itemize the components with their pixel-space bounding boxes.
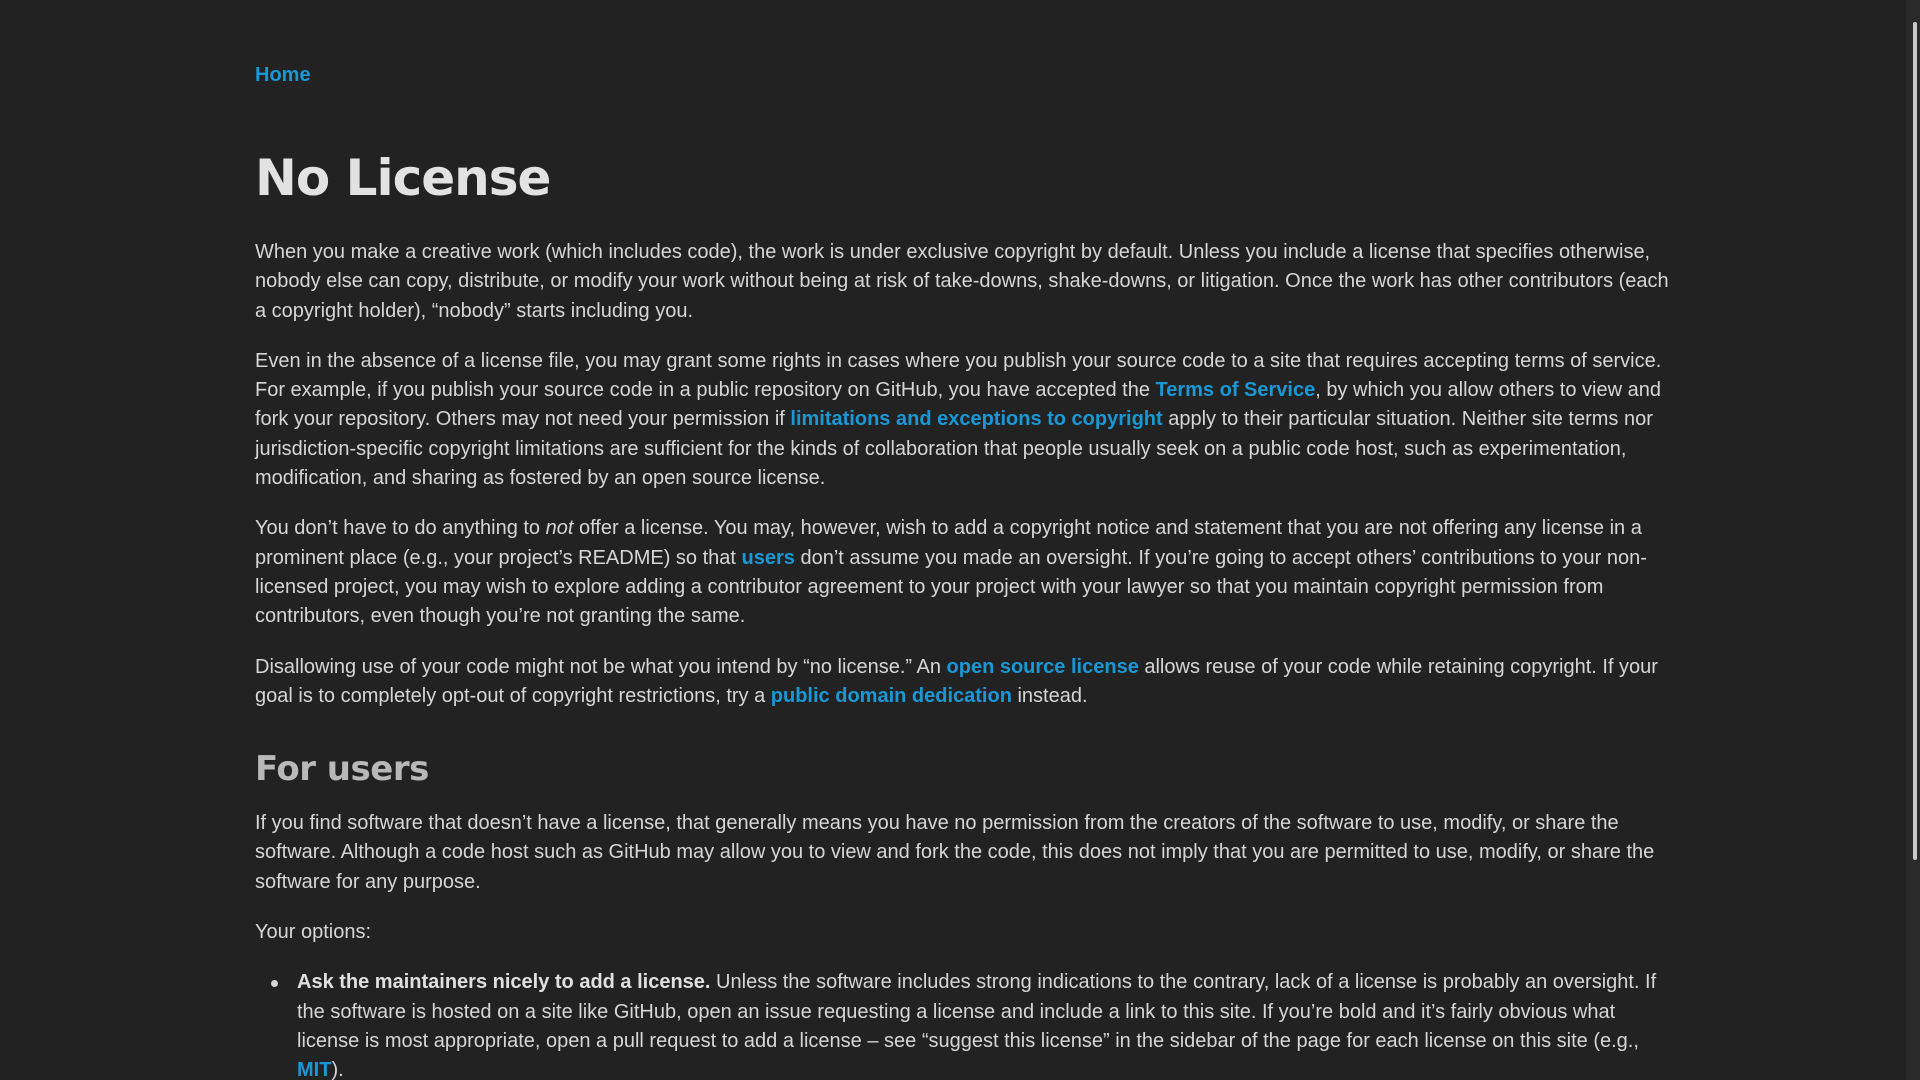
intro-paragraph-4: Disallowing use of your code might not b…: [255, 653, 1670, 712]
page-title: No License: [255, 149, 551, 207]
intro-paragraph-4-text-c: instead.: [1011, 684, 1088, 707]
page: Home No License When you make a creative…: [0, 0, 1920, 1080]
intro-paragraph-1: When you make a creative work (which inc…: [255, 241, 1669, 322]
option-1-text-b: ).: [331, 1059, 344, 1080]
intro-paragraph-3: You don’t have to do anything to not off…: [255, 514, 1670, 631]
list-item: Ask the maintainers nicely to add a lice…: [271, 968, 1670, 1080]
vertical-scrollbar[interactable]: [1906, 0, 1920, 1080]
options-list: Ask the maintainers nicely to add a lice…: [255, 968, 1670, 1080]
mit-license-link[interactable]: MIT: [297, 1059, 331, 1080]
users-link[interactable]: users: [742, 547, 795, 569]
intro-paragraph-4-text-a: Disallowing use of your code might not b…: [255, 655, 947, 678]
public-domain-dedication-link[interactable]: public domain dedication: [771, 685, 1012, 707]
option-1-bold: Ask the maintainers nicely to add a lice…: [297, 971, 711, 994]
section-title-for-users: For users: [255, 749, 429, 790]
options-label: Your options:: [255, 921, 372, 944]
intro-paragraph-3-emphasis: not: [545, 517, 574, 540]
copyright-limitations-link[interactable]: limitations and exceptions to copyright: [790, 408, 1162, 430]
breadcrumb: Home: [255, 62, 1670, 88]
open-source-license-link[interactable]: open source license: [947, 656, 1139, 678]
terms-of-service-link[interactable]: Terms of Service: [1156, 379, 1316, 401]
intro-paragraph-3-text-a: You don’t have to do anything to: [255, 517, 546, 540]
main-content: Home No License When you make a creative…: [255, 62, 1670, 1080]
intro-paragraph-2: Even in the absence of a license file, y…: [255, 347, 1670, 493]
for-users-paragraph: If you find software that doesn’t have a…: [255, 812, 1655, 893]
breadcrumb-home-link[interactable]: Home: [255, 64, 311, 86]
scrollbar-thumb[interactable]: [1913, 22, 1917, 860]
